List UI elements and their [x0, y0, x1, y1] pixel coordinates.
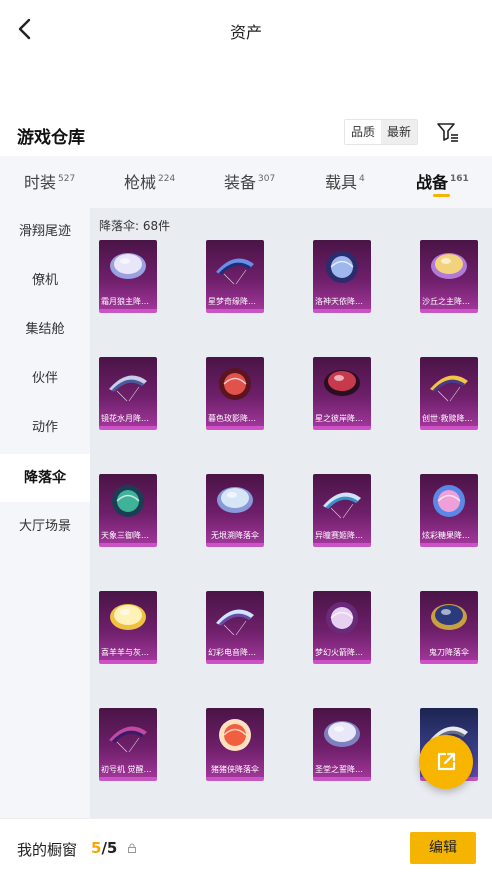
- parachute-icon: [323, 492, 361, 519]
- parachute-icon: [326, 602, 358, 634]
- active-tab-indicator: [433, 194, 450, 197]
- parachute-icon: [433, 485, 465, 517]
- parachute-name: 初号机 觉醒V降落伞: [101, 765, 155, 774]
- sidebar-item-glide-trail[interactable]: 滑翔尾迹: [0, 208, 90, 256]
- parachute-name: 无垠溯降落伞: [211, 531, 259, 540]
- section-title: 游戏仓库: [17, 128, 85, 148]
- parachute-name: 天象三御降落伞: [101, 531, 155, 540]
- parachute-card[interactable]: 天象三御降落伞: [99, 474, 157, 546]
- item-grid: 降落伞: 68件 霜月狼主降落伞 星梦奇缘降落伞 洛神天依降落伞 沙丘之主降落伞镜花水…: [90, 208, 492, 818]
- lock-icon: [128, 843, 136, 853]
- parachute-name: 梦幻火箭降落伞: [315, 648, 369, 657]
- parachute-icon: [326, 251, 358, 283]
- tab-count: 307: [258, 174, 276, 184]
- parachute-icon: [112, 485, 144, 517]
- parachute-icon: [110, 604, 146, 630]
- parachute-name: 圣堂之誓降落伞: [315, 765, 369, 774]
- parachute-card[interactable]: 创世·救赎降落伞: [420, 357, 478, 429]
- parachute-icon: [110, 253, 146, 279]
- tab-count: 4: [359, 174, 365, 184]
- parachute-name: 炫彩糖果降落伞: [422, 531, 476, 540]
- parachute-card[interactable]: 鬼刀降落伞: [420, 591, 478, 663]
- tab-fashion[interactable]: 时装 527: [24, 169, 75, 193]
- tab-battle-gear[interactable]: 战备 161: [416, 169, 469, 193]
- parachute-name: 星梦奇缘降落伞: [208, 297, 262, 306]
- showcase-label: 我的橱窗: [17, 841, 78, 859]
- item-count-label: 降落伞: 68件: [99, 219, 171, 233]
- showcase-count: 5/5: [91, 839, 118, 857]
- parachute-card[interactable]: 星梦奇缘降落伞: [206, 240, 264, 312]
- bottom-bar: 我的橱窗 5/5 编辑: [0, 818, 492, 876]
- sidebar-item-emote[interactable]: 动作: [0, 404, 90, 452]
- tab-count: 161: [450, 174, 469, 184]
- parachute-icon: [324, 370, 360, 396]
- parachute-card[interactable]: 沙丘之主降落伞: [420, 240, 478, 312]
- parachute-name: 沙丘之主降落伞: [422, 297, 476, 306]
- parachute-name: 暮色玫影降落伞: [208, 414, 262, 423]
- parachute-icon: [216, 258, 254, 285]
- parachute-icon: [109, 726, 147, 753]
- parachute-name: 鬼刀降落伞: [429, 648, 469, 657]
- parachute-card[interactable]: 喜羊羊与灰太狼降落伞: [99, 591, 157, 663]
- parachute-icon: [109, 375, 147, 402]
- page-title: 资产: [229, 23, 262, 42]
- parachute-name: 幻彩电音降落伞: [208, 648, 262, 657]
- filter-button[interactable]: [436, 120, 460, 144]
- parachute-name: 创世·救赎降落伞: [422, 414, 476, 423]
- parachute-icon: [216, 609, 254, 636]
- parachute-name: 喜羊羊与灰太狼降落伞: [101, 648, 155, 657]
- tab-count: 527: [58, 174, 76, 184]
- parachute-card[interactable]: 梦幻火箭降落伞: [313, 591, 371, 663]
- parachute-name: 异瞳赛姬降落伞: [315, 531, 369, 540]
- sidebar-item-companion[interactable]: 伙伴: [0, 355, 90, 403]
- parachute-card[interactable]: 镜花水月降落伞: [99, 357, 157, 429]
- parachute-card[interactable]: 猪猪侠降落伞: [206, 708, 264, 780]
- parachute-name: 洛神天依降落伞: [315, 297, 369, 306]
- parachute-card[interactable]: 无垠溯降落伞: [206, 474, 264, 546]
- sort-toggle: 品质 最新: [344, 119, 419, 145]
- parachute-card[interactable]: 初号机 觉醒V降落伞: [99, 708, 157, 780]
- share-external-icon: [437, 752, 456, 771]
- parachute-card[interactable]: 暮色玫影降落伞: [206, 357, 264, 429]
- parachute-name: 星之彼岸降落伞: [315, 414, 369, 423]
- parachute-name: 猪猪侠降落伞: [211, 765, 259, 774]
- parachute-icon: [219, 719, 251, 751]
- parachute-name: 镜花水月降落伞: [101, 414, 155, 423]
- tab-vehicles[interactable]: 载具 4: [325, 169, 365, 193]
- parachute-icon: [430, 375, 468, 402]
- parachute-card[interactable]: 异瞳赛姬降落伞: [313, 474, 371, 546]
- parachute-card[interactable]: 霜月狼主降落伞: [99, 240, 157, 312]
- parachute-card[interactable]: 星之彼岸降落伞: [313, 357, 371, 429]
- filter-icon: [437, 123, 458, 142]
- share-fab-button[interactable]: [419, 735, 473, 789]
- sidebar-item-parachute[interactable]: 降落伞: [0, 454, 90, 502]
- parachute-card[interactable]: 洛神天依降落伞: [313, 240, 371, 312]
- section-header: 游戏仓库 品质 最新: [0, 110, 492, 156]
- parachute-icon: [217, 487, 253, 513]
- top-bar: 资产: [0, 0, 492, 58]
- category-tabs: 时装 527 枪械 224 装备 307 载具 4 战备 161: [0, 156, 492, 208]
- edit-button[interactable]: 编辑: [410, 832, 476, 864]
- tab-count: 224: [158, 174, 176, 184]
- tab-equipment[interactable]: 装备 307: [224, 169, 275, 193]
- tab-guns[interactable]: 枪械 224: [124, 169, 175, 193]
- sort-quality-button[interactable]: 品质: [345, 120, 382, 144]
- sidebar-item-assembly-pod[interactable]: 集结舱: [0, 306, 90, 354]
- sidebar-item-lobby-scene[interactable]: 大厅场景: [0, 503, 90, 551]
- parachute-icon: [219, 368, 251, 400]
- parachute-name: 霜月狼主降落伞: [101, 297, 155, 306]
- parachute-card[interactable]: 幻彩电音降落伞: [206, 591, 264, 663]
- parachute-icon: [324, 721, 360, 747]
- parachute-icon: [431, 604, 467, 630]
- parachute-icon: [431, 253, 467, 279]
- sort-latest-button[interactable]: 最新: [381, 120, 418, 144]
- sidebar-item-wingman[interactable]: 僚机: [0, 257, 90, 305]
- sidebar: 滑翔尾迹 僚机 集结舱 伙伴 动作 降落伞 大厅场景: [0, 208, 90, 818]
- parachute-card[interactable]: 圣堂之誓降落伞: [313, 708, 371, 780]
- parachute-card[interactable]: 炫彩糖果降落伞: [420, 474, 478, 546]
